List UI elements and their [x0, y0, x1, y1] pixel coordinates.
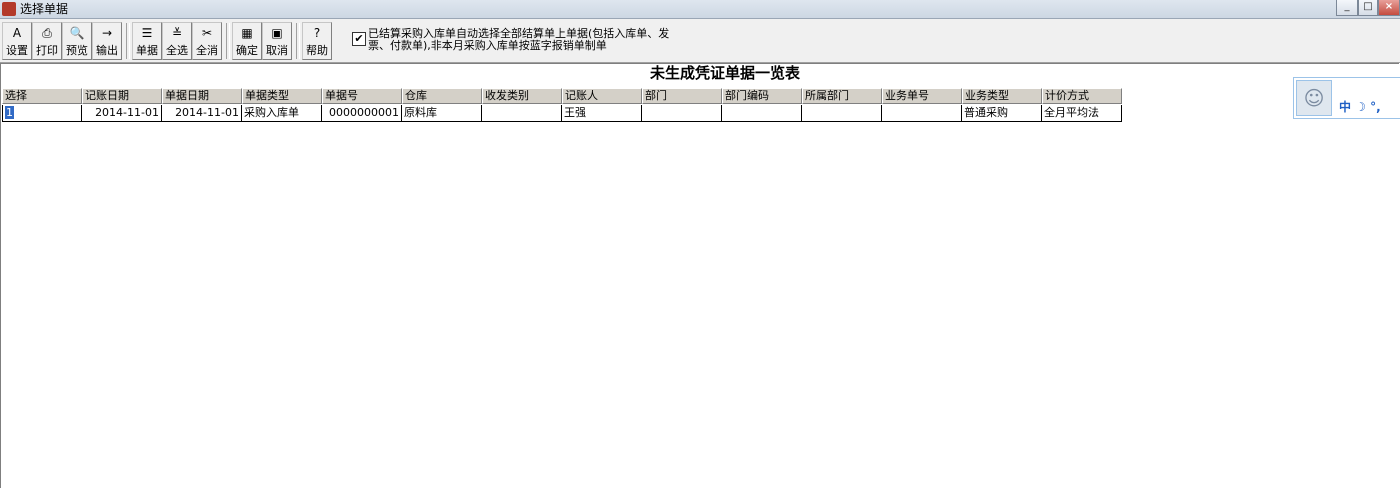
deselect-all-button[interactable]: ✂ 全消	[192, 22, 222, 60]
cell-valuation: 全月平均法	[1042, 105, 1122, 122]
col-header-doc-date[interactable]: 单据日期	[162, 88, 242, 104]
col-header-bookkeeper[interactable]: 记账人	[562, 88, 642, 104]
window-titlebar: 选择单据 _ □ ×	[0, 0, 1400, 19]
cell-department	[642, 105, 722, 122]
cell-doc-no: 0000000001	[322, 105, 402, 122]
help-icon: ?	[313, 26, 321, 40]
cell-warehouse: 原料库	[402, 105, 482, 122]
confirm-label: 确定	[236, 44, 258, 57]
content-frame	[0, 63, 1399, 488]
export-button[interactable]: → 输出	[92, 22, 122, 60]
cell-post-date: 2014-11-01	[82, 105, 162, 122]
qq-avatar-icon[interactable]: ☺	[1296, 80, 1332, 116]
col-header-dept-code[interactable]: 部门编码	[722, 88, 802, 104]
cell-biz-type: 普通采购	[962, 105, 1042, 122]
settings-icon: A	[12, 26, 22, 40]
close-button[interactable]: ×	[1378, 0, 1400, 16]
select-all-button[interactable]: ≚ 全选	[162, 22, 192, 60]
cancel-button[interactable]: ▣ 取消	[262, 22, 292, 60]
printer-icon: ⎙	[42, 26, 52, 40]
qq-floating-widget[interactable]: ☺ 中 ☽ °,	[1293, 77, 1400, 119]
preview-icon: 🔍	[69, 26, 85, 40]
toolbar-separator	[226, 23, 230, 59]
cancel-icon: ▣	[271, 26, 283, 40]
auto-select-label: 已结算采购入库单自动选择全部结算单上单据(包括入库单、发票、付款单),非本月采购…	[368, 27, 670, 52]
col-header-doc-no[interactable]: 单据号	[322, 88, 402, 104]
cell-bookkeeper: 王强	[562, 105, 642, 122]
settings-label: 设置	[6, 44, 28, 57]
col-header-select[interactable]: 选择	[2, 88, 82, 104]
toolbar-separator	[126, 23, 130, 59]
help-label: 帮助	[306, 44, 328, 57]
settings-button[interactable]: A 设置	[2, 22, 32, 60]
auto-select-checkbox[interactable]: ✔	[352, 32, 366, 46]
select-mark[interactable]: 1	[5, 106, 14, 119]
cell-parent-dept	[802, 105, 882, 122]
print-button[interactable]: ⎙ 打印	[32, 22, 62, 60]
select-all-icon: ≚	[171, 26, 183, 40]
document-label: 单据	[136, 44, 158, 57]
col-header-parent-dept[interactable]: 所属部门	[802, 88, 882, 104]
export-label: 输出	[96, 44, 118, 57]
app-icon	[2, 2, 16, 16]
col-header-warehouse[interactable]: 仓库	[402, 88, 482, 104]
export-icon: →	[101, 26, 113, 40]
deselect-all-label: 全消	[196, 44, 218, 57]
cell-biz-no	[882, 105, 962, 122]
confirm-icon: ▦	[241, 26, 253, 40]
document-icon: ☰	[141, 26, 153, 40]
preview-button[interactable]: 🔍 预览	[62, 22, 92, 60]
deselect-all-icon: ✂	[201, 26, 213, 40]
page-title: 未生成凭证单据一览表	[649, 64, 800, 82]
col-header-biz-type[interactable]: 业务类型	[962, 88, 1042, 104]
col-header-department[interactable]: 部门	[642, 88, 722, 104]
qq-status-text: 中 ☽ °,	[1339, 100, 1381, 114]
col-header-biz-no[interactable]: 业务单号	[882, 88, 962, 104]
help-button[interactable]: ? 帮助	[302, 22, 332, 60]
col-header-io-category[interactable]: 收发类别	[482, 88, 562, 104]
print-label: 打印	[36, 44, 58, 57]
toolbar: A 设置 ⎙ 打印 🔍 预览 → 输出 ☰ 单据 ≚ 全选 ✂ 全消 ▦ 确定 …	[0, 19, 1400, 63]
cell-doc-date: 2014-11-01	[162, 105, 242, 122]
col-header-doc-type[interactable]: 单据类型	[242, 88, 322, 104]
preview-label: 预览	[66, 44, 88, 57]
cell-io-category	[482, 105, 562, 122]
minimize-button[interactable]: _	[1336, 0, 1358, 16]
cell-dept-code	[722, 105, 802, 122]
select-all-label: 全选	[166, 44, 188, 57]
maximize-button[interactable]: □	[1358, 0, 1378, 16]
cancel-label: 取消	[266, 44, 288, 57]
toolbar-separator	[296, 23, 300, 59]
confirm-button[interactable]: ▦ 确定	[232, 22, 262, 60]
cell-select[interactable]: 1	[2, 105, 82, 122]
cell-doc-type: 采购入库单	[242, 105, 322, 122]
col-header-post-date[interactable]: 记账日期	[82, 88, 162, 104]
window-title: 选择单据	[20, 2, 69, 16]
col-header-valuation[interactable]: 计价方式	[1042, 88, 1122, 104]
document-button[interactable]: ☰ 单据	[132, 22, 162, 60]
